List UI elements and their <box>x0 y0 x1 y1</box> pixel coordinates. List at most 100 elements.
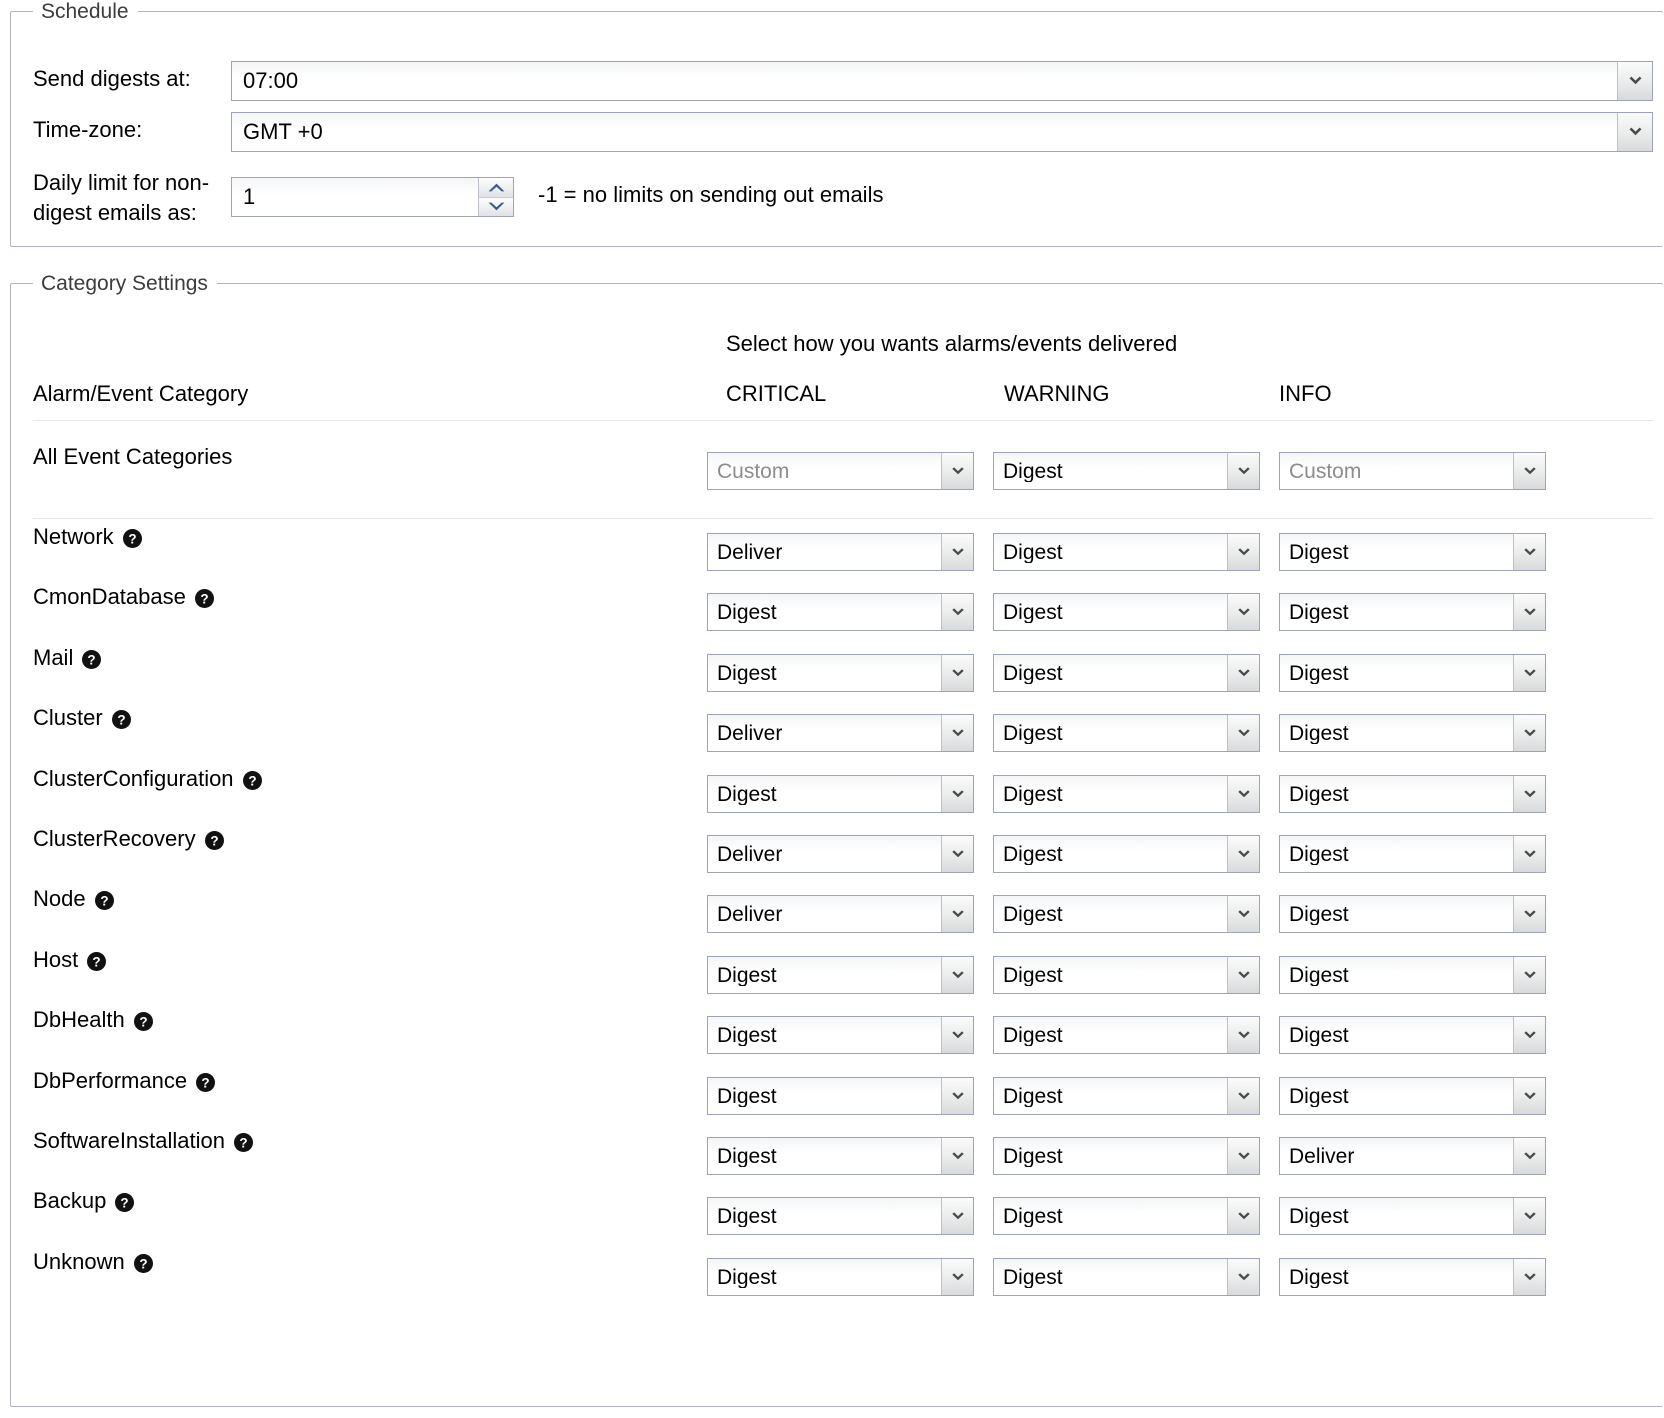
chevron-down-icon[interactable] <box>1513 1198 1545 1234</box>
db-health-warning-select[interactable]: Digest <box>993 1016 1260 1054</box>
chevron-down-icon[interactable] <box>1227 957 1259 993</box>
cmon-database-critical-select[interactable]: Digest <box>707 593 974 631</box>
stepper-down-icon[interactable] <box>479 196 513 216</box>
backup-warning-select[interactable]: Digest <box>993 1197 1260 1235</box>
help-circle-icon[interactable]: ? <box>82 649 102 669</box>
chevron-down-icon[interactable] <box>1227 1198 1259 1234</box>
chevron-down-icon[interactable] <box>1513 1017 1545 1053</box>
cluster-configuration-critical-select[interactable]: Digest <box>707 775 974 813</box>
help-circle-icon[interactable]: ? <box>111 709 131 729</box>
mail-warning-select[interactable]: Digest <box>993 654 1260 692</box>
chevron-down-icon[interactable] <box>1513 594 1545 630</box>
cluster-configuration-info-select[interactable]: Digest <box>1279 775 1546 813</box>
db-performance-critical-select[interactable]: Digest <box>707 1077 974 1115</box>
cluster-recovery-critical-select[interactable]: Deliver <box>707 835 974 873</box>
chevron-down-icon[interactable] <box>941 534 973 570</box>
chevron-down-icon[interactable] <box>1227 534 1259 570</box>
db-health-critical-select[interactable]: Digest <box>707 1016 974 1054</box>
chevron-down-icon[interactable] <box>1513 776 1545 812</box>
chevron-down-icon[interactable] <box>1227 776 1259 812</box>
chevron-down-icon[interactable] <box>1227 453 1259 489</box>
chevron-down-icon[interactable] <box>1617 113 1652 151</box>
software-installation-warning-select[interactable]: Digest <box>993 1137 1260 1175</box>
chevron-down-icon[interactable] <box>1513 1078 1545 1114</box>
node-critical-select[interactable]: Deliver <box>707 895 974 933</box>
all-categories-info-select[interactable]: Custom <box>1279 452 1546 490</box>
network-info-select[interactable]: Digest <box>1279 533 1546 571</box>
chevron-down-icon[interactable] <box>1227 1259 1259 1295</box>
chevron-down-icon[interactable] <box>1227 1138 1259 1174</box>
help-circle-icon[interactable]: ? <box>115 1192 135 1212</box>
help-circle-icon[interactable]: ? <box>204 830 224 850</box>
network-warning-select[interactable]: Digest <box>993 533 1260 571</box>
node-warning-select[interactable]: Digest <box>993 895 1260 933</box>
backup-critical-select[interactable]: Digest <box>707 1197 974 1235</box>
chevron-down-icon[interactable] <box>1513 715 1545 751</box>
node-info-select[interactable]: Digest <box>1279 895 1546 933</box>
chevron-down-icon[interactable] <box>1227 896 1259 932</box>
chevron-down-icon[interactable] <box>1513 534 1545 570</box>
send-digests-at-select[interactable]: 07:00 <box>231 61 1653 101</box>
chevron-down-icon[interactable] <box>1513 896 1545 932</box>
cmon-database-info-select[interactable]: Digest <box>1279 593 1546 631</box>
db-health-info-select[interactable]: Digest <box>1279 1016 1546 1054</box>
help-circle-icon[interactable]: ? <box>242 770 262 790</box>
stepper-buttons[interactable] <box>478 178 513 216</box>
chevron-down-icon[interactable] <box>1227 594 1259 630</box>
chevron-down-icon[interactable] <box>1227 715 1259 751</box>
cluster-critical-select[interactable]: Deliver <box>707 714 974 752</box>
chevron-down-icon[interactable] <box>941 1078 973 1114</box>
host-info-select[interactable]: Digest <box>1279 956 1546 994</box>
network-critical-select[interactable]: Deliver <box>707 533 974 571</box>
cluster-info-select[interactable]: Digest <box>1279 714 1546 752</box>
help-circle-icon[interactable]: ? <box>133 1253 153 1273</box>
chevron-down-icon[interactable] <box>1227 836 1259 872</box>
unknown-warning-select[interactable]: Digest <box>993 1258 1260 1296</box>
chevron-down-icon[interactable] <box>1227 1017 1259 1053</box>
chevron-down-icon[interactable] <box>1513 1259 1545 1295</box>
chevron-down-icon[interactable] <box>941 1017 973 1053</box>
chevron-down-icon[interactable] <box>1513 453 1545 489</box>
cluster-configuration-warning-select[interactable]: Digest <box>993 775 1260 813</box>
chevron-down-icon[interactable] <box>941 1259 973 1295</box>
chevron-down-icon[interactable] <box>941 1198 973 1234</box>
backup-info-select[interactable]: Digest <box>1279 1197 1546 1235</box>
daily-limit-value[interactable]: 1 <box>232 178 478 216</box>
chevron-down-icon[interactable] <box>1227 655 1259 691</box>
help-circle-icon[interactable]: ? <box>133 1011 153 1031</box>
timezone-select[interactable]: GMT +0 <box>231 112 1653 152</box>
help-circle-icon[interactable]: ? <box>196 1072 216 1092</box>
all-categories-critical-select[interactable]: Custom <box>707 452 974 490</box>
chevron-down-icon[interactable] <box>941 715 973 751</box>
chevron-down-icon[interactable] <box>941 1138 973 1174</box>
help-circle-icon[interactable]: ? <box>122 528 142 548</box>
stepper-up-icon[interactable] <box>479 178 513 197</box>
db-performance-info-select[interactable]: Digest <box>1279 1077 1546 1115</box>
cmon-database-warning-select[interactable]: Digest <box>993 593 1260 631</box>
mail-critical-select[interactable]: Digest <box>707 654 974 692</box>
chevron-down-icon[interactable] <box>1617 62 1652 100</box>
chevron-down-icon[interactable] <box>1513 957 1545 993</box>
mail-info-select[interactable]: Digest <box>1279 654 1546 692</box>
all-categories-warning-select[interactable]: Digest <box>993 452 1260 490</box>
chevron-down-icon[interactable] <box>941 836 973 872</box>
chevron-down-icon[interactable] <box>941 957 973 993</box>
chevron-down-icon[interactable] <box>1513 655 1545 691</box>
unknown-critical-select[interactable]: Digest <box>707 1258 974 1296</box>
software-installation-info-select[interactable]: Deliver <box>1279 1137 1546 1175</box>
help-circle-icon[interactable]: ? <box>87 951 107 971</box>
chevron-down-icon[interactable] <box>941 896 973 932</box>
help-circle-icon[interactable]: ? <box>194 588 214 608</box>
daily-limit-stepper[interactable]: 1 <box>231 177 514 217</box>
help-circle-icon[interactable]: ? <box>234 1132 253 1152</box>
chevron-down-icon[interactable] <box>941 655 973 691</box>
chevron-down-icon[interactable] <box>941 594 973 630</box>
chevron-down-icon[interactable] <box>941 776 973 812</box>
cluster-warning-select[interactable]: Digest <box>993 714 1260 752</box>
cluster-recovery-warning-select[interactable]: Digest <box>993 835 1260 873</box>
help-circle-icon[interactable]: ? <box>94 890 114 910</box>
unknown-info-select[interactable]: Digest <box>1279 1258 1546 1296</box>
host-critical-select[interactable]: Digest <box>707 956 974 994</box>
chevron-down-icon[interactable] <box>1227 1078 1259 1114</box>
host-warning-select[interactable]: Digest <box>993 956 1260 994</box>
